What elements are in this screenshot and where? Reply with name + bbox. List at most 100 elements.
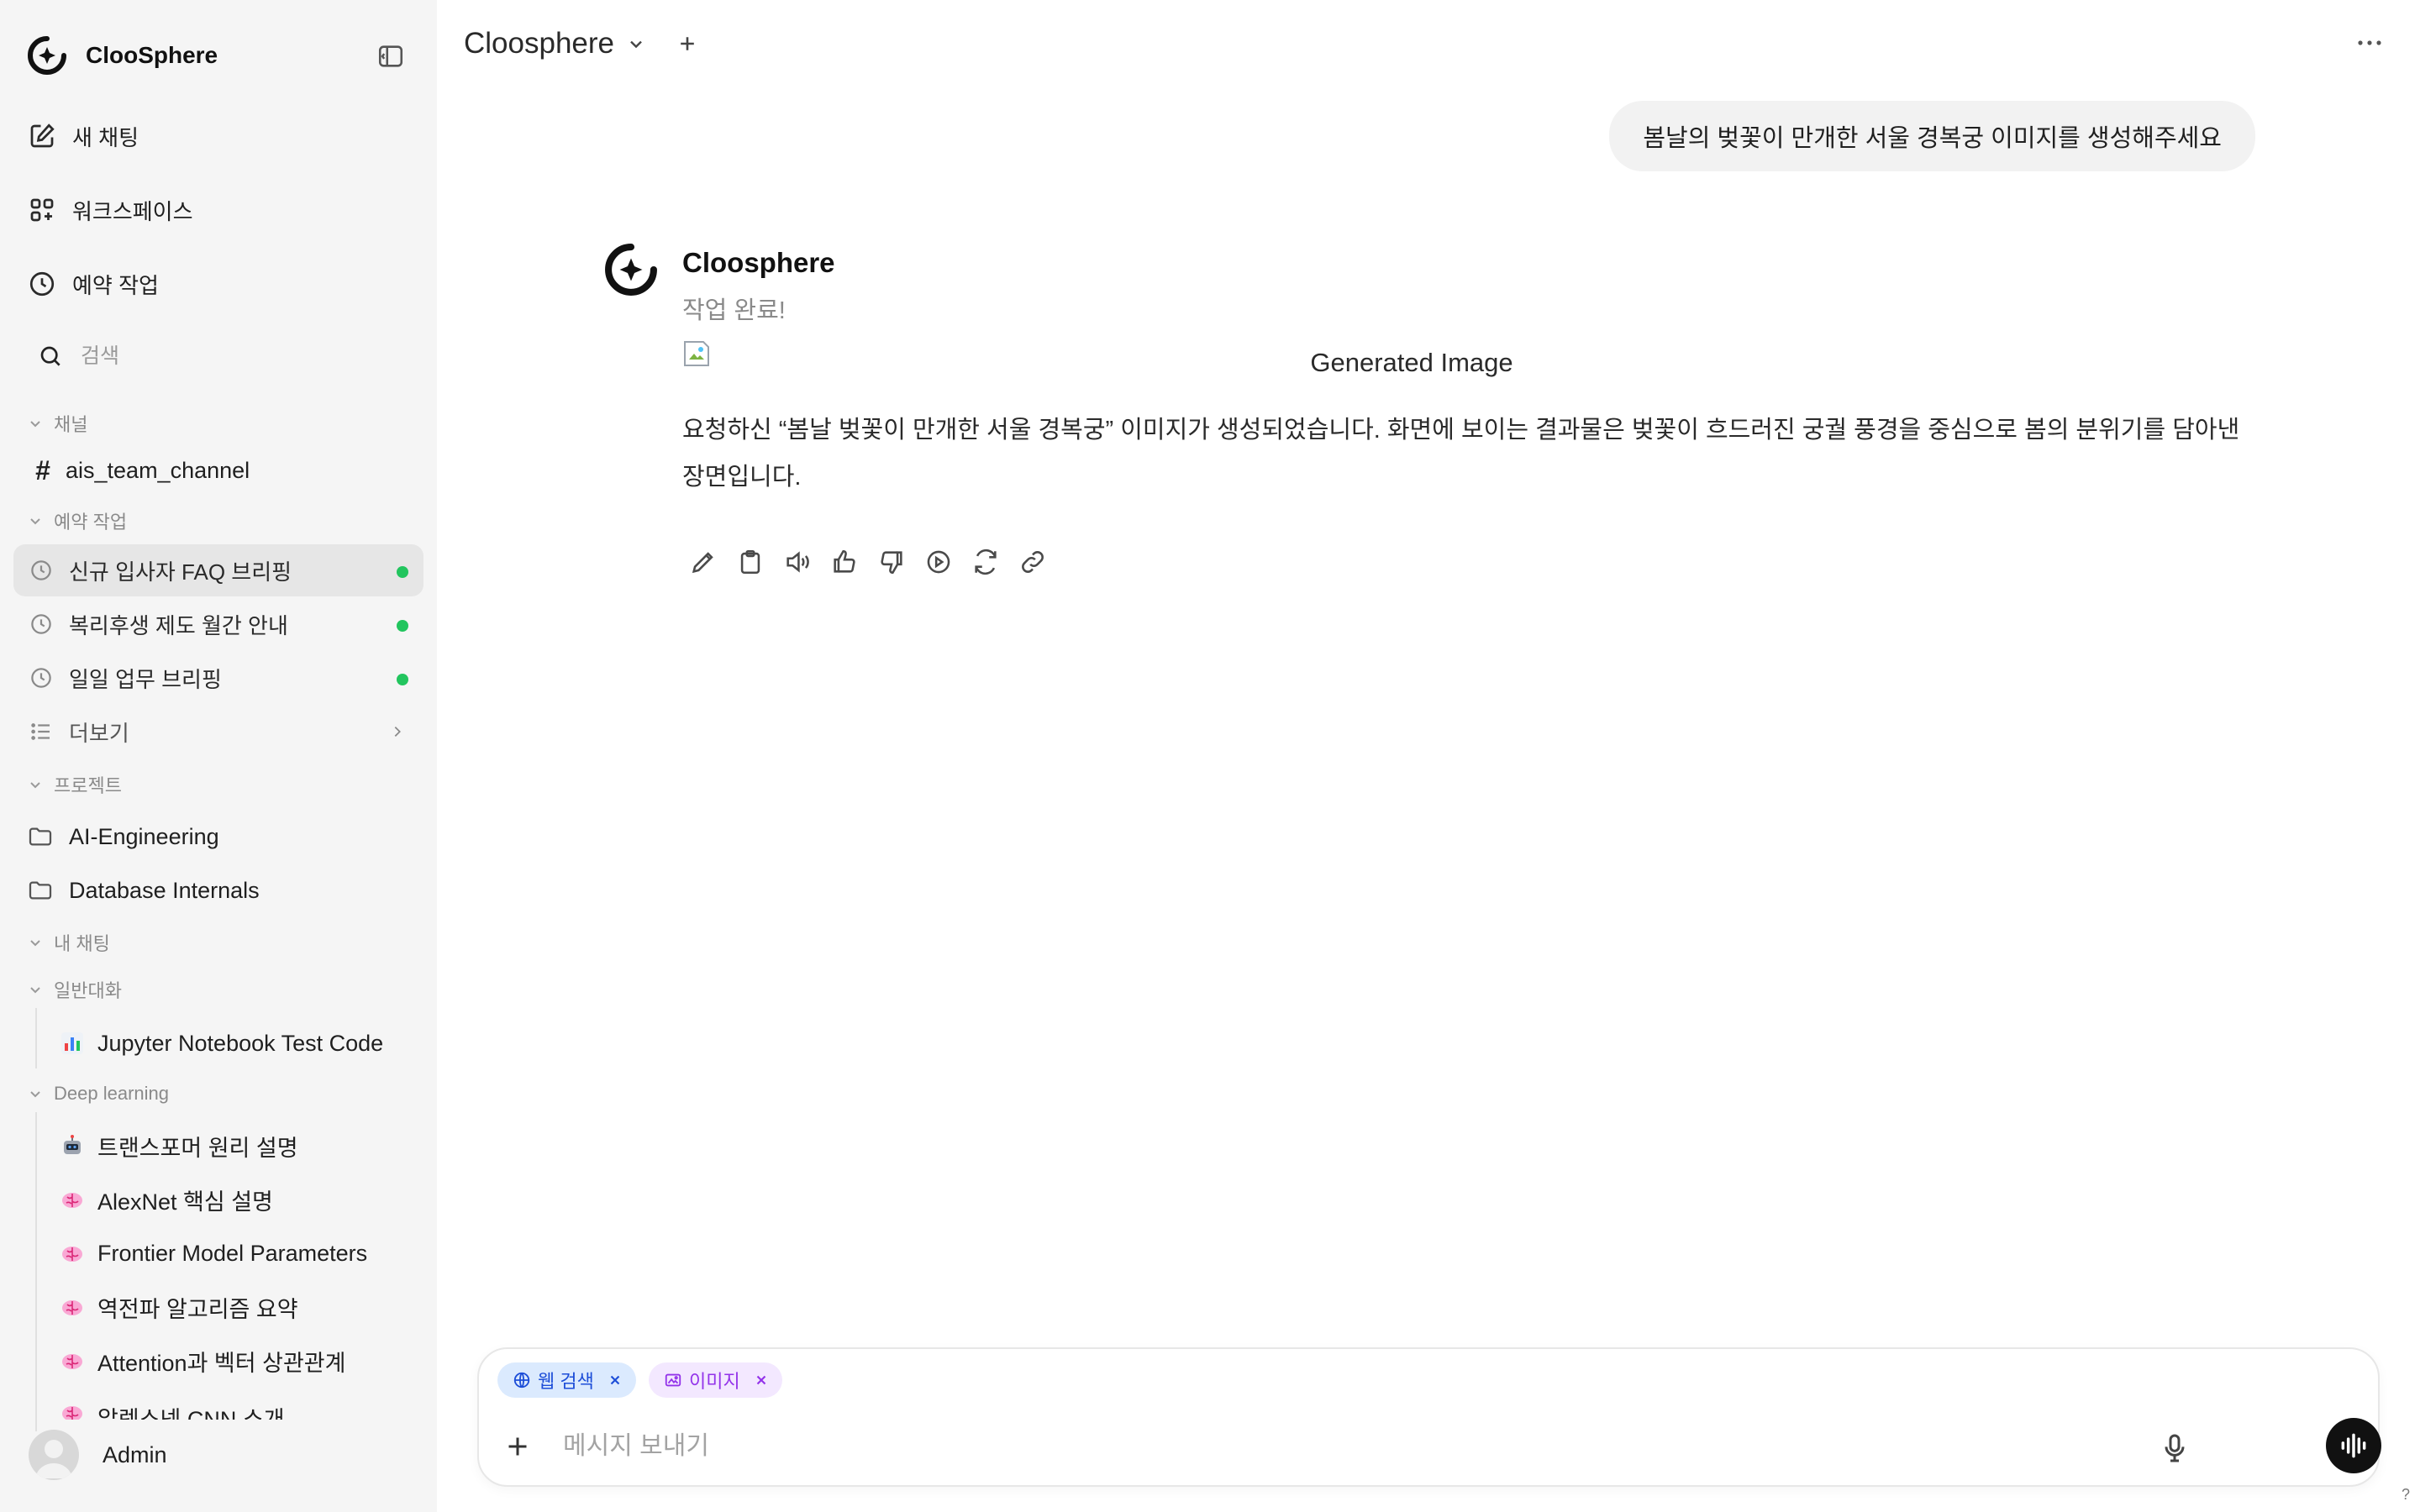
chat-item[interactable]: Attention과 벡터 상관관계 (59, 1341, 412, 1381)
tree-line (35, 1008, 37, 1068)
section-channels[interactable]: 채널 (27, 408, 87, 438)
generated-image-alt: Generated Image (1310, 348, 1513, 377)
task-item[interactable]: 신규 입사자 FAQ 브리핑 (13, 544, 424, 596)
app-name: ClooSphere (86, 42, 218, 68)
chat-label: 역전파 알고리즘 요약 (97, 1296, 298, 1322)
regenerate-icon[interactable] (971, 548, 1000, 576)
clock-icon (31, 560, 51, 580)
message-composer: 웹 검색 이미지 (477, 1347, 2381, 1487)
speaker-icon[interactable] (783, 548, 812, 576)
assistant-logo-icon (605, 244, 657, 296)
chat-label: Frontier Model Parameters (97, 1240, 368, 1266)
chat-item[interactable]: 트랜스포머 원리 설명 (59, 1126, 412, 1166)
project-label: Database Internals (69, 877, 260, 903)
message-input[interactable] (563, 1428, 2160, 1465)
assistant-message-body: 요청하신 “봄날 벚꽃이 만개한 서울 경복궁” 이미지가 생성되었습니다. 화… (682, 417, 2240, 491)
image-chip-label: 이미지 (689, 1371, 740, 1392)
project-item[interactable]: AI-Engineering (27, 816, 219, 857)
robot-icon (64, 1135, 81, 1154)
web-search-chip-label: 웹 검색 (538, 1371, 594, 1392)
section-my-chats[interactable]: 내 채팅 (27, 927, 110, 958)
status-dot (397, 566, 408, 578)
more-options-icon[interactable] (2354, 30, 2385, 55)
close-icon[interactable] (608, 1373, 623, 1388)
channel-item[interactable]: # ais_team_channel (32, 454, 250, 487)
chevron-down-icon (30, 518, 40, 525)
task-item[interactable]: 일일 업무 브리핑 (13, 652, 424, 704)
model-selector[interactable]: Cloosphere (464, 24, 698, 64)
scheduled-tasks-button[interactable]: 예약 작업 (27, 264, 159, 304)
section-deep-learning[interactable]: Deep learning (27, 1079, 169, 1109)
copy-icon[interactable] (736, 548, 765, 576)
section-general-label: 일반대화 (54, 980, 122, 1001)
section-projects[interactable]: 프로젝트 (27, 769, 122, 800)
assistant-name: Cloosphere (682, 247, 835, 278)
more-label: 더보기 (69, 720, 129, 746)
search-input[interactable] (81, 344, 383, 369)
sidebar-toggle-icon[interactable] (376, 42, 405, 71)
more-button[interactable]: 더보기 (13, 706, 424, 758)
section-channels-label: 채널 (54, 414, 88, 435)
link-icon[interactable] (1018, 548, 1047, 576)
web-search-chip[interactable]: 웹 검색 (497, 1362, 636, 1398)
task-item[interactable]: 복리후생 제도 월간 안내 (13, 598, 424, 650)
workspace-button[interactable]: 워크스페이스 (27, 190, 193, 230)
play-icon[interactable] (924, 548, 953, 576)
chat-label: 알렉스넷 CNN 소개 (97, 1407, 285, 1420)
brain-icon (62, 1193, 82, 1208)
chevron-down-icon (30, 987, 40, 994)
task-label: 복리후생 제도 월간 안내 (69, 612, 288, 638)
brain-icon (62, 1354, 82, 1369)
project-label: AI-Engineering (69, 823, 219, 849)
chat-item[interactable]: 역전파 알고리즘 요약 (59, 1287, 412, 1327)
thumbs-down-icon[interactable] (877, 548, 906, 576)
help-button[interactable]: ? (2402, 1486, 2410, 1504)
chat-item[interactable]: Jupyter Notebook Test Code (59, 1023, 412, 1063)
broken-image-icon (684, 341, 709, 366)
new-chat-label: 새 채팅 (72, 124, 139, 150)
folder-icon (29, 827, 52, 846)
microphone-icon[interactable] (2158, 1431, 2191, 1465)
list-icon (31, 723, 50, 740)
chevron-down-icon (30, 421, 40, 428)
attach-plus-icon[interactable] (502, 1431, 533, 1462)
brain-icon (62, 1247, 82, 1262)
section-general[interactable]: 일반대화 (27, 974, 122, 1005)
chat-item[interactable]: Frontier Model Parameters (59, 1233, 412, 1273)
status-dot (397, 674, 408, 685)
section-projects-label: 프로젝트 (54, 775, 122, 796)
new-chat-button[interactable]: 새 채팅 (27, 116, 139, 156)
brand[interactable]: ClooSphere (25, 34, 218, 77)
chevron-down-icon (30, 782, 40, 789)
model-name: Cloosphere (464, 27, 614, 60)
thumbs-up-icon[interactable] (830, 548, 859, 576)
task-label: 일일 업무 브리핑 (69, 666, 222, 692)
workspace-grid-icon (30, 198, 54, 222)
image-chip[interactable]: 이미지 (649, 1362, 782, 1398)
chevron-down-icon (30, 1091, 40, 1098)
voice-mode-button[interactable] (2326, 1418, 2381, 1473)
brain-icon (62, 1406, 82, 1420)
chevron-right-icon (394, 726, 401, 738)
assistant-status: 작업 완료! (682, 297, 786, 324)
tree-line (35, 1112, 37, 1431)
hash-icon: # (35, 454, 50, 486)
scheduled-label: 예약 작업 (72, 272, 159, 298)
chat-item[interactable]: AlexNet 핵심 설명 (59, 1179, 412, 1220)
channel-label: ais_team_channel (66, 457, 250, 483)
chat-label: AlexNet 핵심 설명 (97, 1189, 273, 1215)
sidebar: ClooSphere 새 채팅 워크스페이스 예약 작업 채널 # ais_te… (0, 0, 437, 1512)
chevron-down-icon (630, 40, 642, 49)
user-menu[interactable]: Admin (29, 1430, 167, 1480)
add-model-icon[interactable] (676, 33, 698, 55)
message-actions (689, 548, 1047, 581)
edit-icon[interactable] (689, 548, 718, 576)
project-item[interactable]: Database Internals (27, 870, 260, 911)
section-scheduled[interactable]: 예약 작업 (27, 506, 127, 536)
cloosphere-logo-icon (28, 36, 66, 75)
image-icon (665, 1373, 681, 1387)
chat-item[interactable]: 알렉스넷 CNN 소개 (59, 1394, 412, 1420)
user-name: Admin (103, 1441, 167, 1467)
close-icon[interactable] (754, 1373, 769, 1388)
folder-icon (29, 881, 52, 900)
